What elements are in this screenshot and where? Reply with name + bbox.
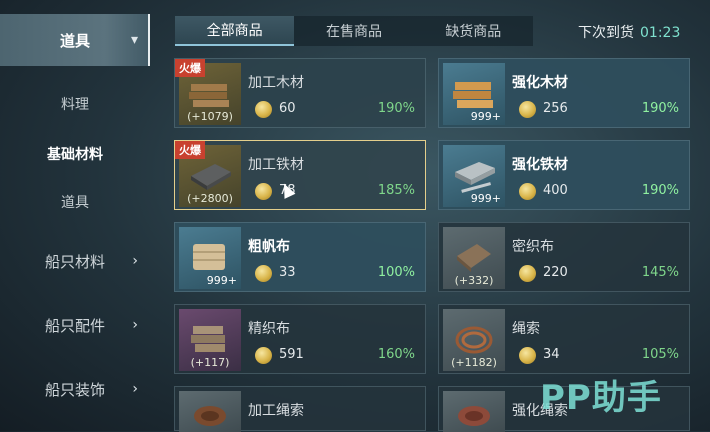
- subcategory-props-label: 道具: [61, 195, 89, 211]
- item-thumbnail: 999+: [443, 63, 505, 125]
- item-thumbnail: 999+: [179, 227, 241, 289]
- item-quantity: (+332): [454, 274, 494, 287]
- reinforced-lumber-icon: [453, 82, 493, 108]
- category-props-label: 道具: [59, 31, 90, 50]
- product-card[interactable]: 999+ 强化铁材 400 190%: [438, 140, 690, 210]
- product-card-selected[interactable]: (+2800) 火爆 加工铁材 78 185%: [174, 140, 426, 210]
- item-name: 强化木材: [512, 75, 568, 91]
- product-card[interactable]: (+1079) 火爆 加工木材 60 190%: [174, 58, 426, 128]
- tab-on-sale[interactable]: 在售商品: [294, 16, 413, 46]
- reinforced-iron-icon: [455, 162, 495, 193]
- reinforced-rope-icon: [458, 405, 490, 426]
- rope-icon: [455, 326, 493, 354]
- item-name: 精织布: [248, 321, 290, 337]
- item-percent: 145%: [641, 265, 679, 280]
- chevron-right-icon: ›: [132, 253, 138, 269]
- item-thumbnail: (+332): [443, 227, 505, 289]
- coin-icon: [255, 101, 272, 118]
- hot-badge: 火爆: [175, 141, 205, 159]
- subcategory-basic-materials-label: 基础材料: [47, 147, 103, 163]
- item-price: 33: [279, 265, 296, 280]
- category-ship-materials[interactable]: 船只材料 ›: [0, 244, 150, 278]
- canvas-icon: [193, 244, 225, 270]
- watermark-logo: PP助手: [540, 378, 662, 418]
- category-ship-decor[interactable]: 船只装饰 ›: [0, 372, 150, 406]
- item-name: 强化铁材: [512, 157, 568, 173]
- coin-icon: [255, 347, 272, 364]
- restock-timer: 下次到货 01:23: [578, 22, 680, 42]
- item-name: 粗帆布: [248, 239, 290, 255]
- item-thumbnail: [443, 391, 505, 432]
- item-quantity: (+2800): [187, 192, 233, 205]
- category-ship-parts-label: 船只配件: [44, 316, 105, 335]
- lumber-icon: [189, 84, 229, 107]
- fine-cloth-icon: [191, 326, 225, 352]
- coin-icon: [519, 183, 536, 200]
- coin-icon: [519, 347, 536, 364]
- item-name: 绳索: [512, 321, 540, 337]
- item-price: 256: [543, 101, 568, 116]
- product-card[interactable]: (+117) 精织布 591 160%: [174, 304, 426, 374]
- coin-icon: [255, 265, 272, 282]
- chevron-right-icon: ›: [132, 381, 138, 397]
- item-quantity: (+1079): [187, 110, 233, 123]
- item-name: 加工铁材: [248, 157, 304, 173]
- subcategory-basic-materials[interactable]: 基础材料: [0, 138, 150, 170]
- item-quantity: (+117): [190, 356, 230, 369]
- coin-icon: [519, 101, 536, 118]
- item-quantity: 999+: [206, 274, 237, 287]
- product-card[interactable]: 加工绳索: [174, 386, 426, 432]
- product-card[interactable]: (+332) 密织布 220 145%: [438, 222, 690, 292]
- item-name: 密织布: [512, 239, 554, 255]
- item-quantity: 999+: [470, 110, 501, 123]
- chevron-right-icon: ›: [132, 317, 138, 333]
- category-ship-decor-label: 船只装饰: [44, 380, 105, 399]
- coin-icon: [255, 183, 272, 200]
- item-price: 34: [543, 347, 560, 362]
- item-thumbnail: (+117): [179, 309, 241, 371]
- restock-label: 下次到货: [578, 25, 634, 41]
- iron-plate-icon: [191, 164, 231, 190]
- item-name: 加工木材: [248, 75, 304, 91]
- filter-tabs: 全部商品 在售商品 缺货商品: [175, 16, 533, 46]
- product-card[interactable]: (+1182) 绳索 34 105%: [438, 304, 690, 374]
- item-percent: 185%: [377, 183, 415, 198]
- item-price: 591: [279, 347, 304, 362]
- item-percent: 190%: [641, 101, 679, 116]
- coin-icon: [519, 265, 536, 282]
- subcategory-props[interactable]: 道具: [0, 186, 150, 218]
- category-sidebar: 道具 ▾ 料理 基础材料 道具 船只材料 › 船只配件 › 船只装饰 ›: [0, 0, 150, 431]
- item-thumbnail: [179, 391, 241, 432]
- product-card[interactable]: 999+ 粗帆布 33 100%: [174, 222, 426, 292]
- product-card[interactable]: 999+ 强化木材 256 190%: [438, 58, 690, 128]
- item-percent: 105%: [641, 347, 679, 362]
- item-price: 60: [279, 101, 296, 116]
- item-price: 400: [543, 183, 568, 198]
- item-percent: 190%: [641, 183, 679, 198]
- restock-time: 01:23: [640, 25, 681, 41]
- item-thumbnail: 999+: [443, 145, 505, 207]
- processed-rope-icon: [194, 405, 226, 426]
- dense-cloth-icon: [457, 244, 491, 272]
- category-ship-parts[interactable]: 船只配件 ›: [0, 308, 150, 342]
- item-percent: 160%: [377, 347, 415, 362]
- item-price: 220: [543, 265, 568, 280]
- item-name: 加工绳索: [248, 403, 304, 419]
- active-indicator: [148, 14, 150, 66]
- item-quantity: (+1182): [451, 356, 497, 369]
- item-quantity: 999+: [470, 192, 501, 205]
- category-ship-materials-label: 船只材料: [44, 252, 105, 271]
- item-percent: 100%: [377, 265, 415, 280]
- item-thumbnail: (+1182): [443, 309, 505, 371]
- subcategory-cooking-label: 料理: [61, 97, 89, 113]
- hot-badge: 火爆: [175, 59, 205, 77]
- tab-out-of-stock[interactable]: 缺货商品: [414, 16, 533, 46]
- subcategory-cooking[interactable]: 料理: [0, 88, 150, 120]
- category-props[interactable]: 道具 ▾: [0, 14, 150, 66]
- item-percent: 190%: [377, 101, 415, 116]
- tab-all-goods[interactable]: 全部商品: [175, 16, 295, 46]
- chevron-down-icon: ▾: [130, 32, 138, 48]
